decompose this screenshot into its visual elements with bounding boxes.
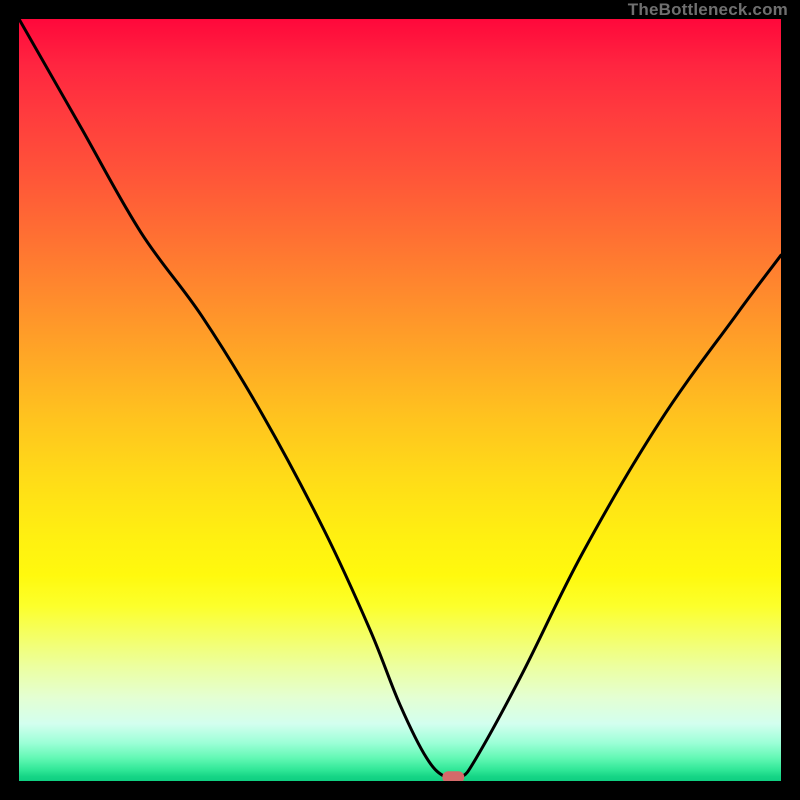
bottleneck-curve (19, 19, 781, 780)
optimal-point-marker (442, 771, 464, 781)
watermark-text: TheBottleneck.com (628, 0, 788, 19)
chart-svg (19, 19, 781, 781)
chart-frame: TheBottleneck.com (0, 0, 800, 800)
plot-area (19, 19, 781, 781)
